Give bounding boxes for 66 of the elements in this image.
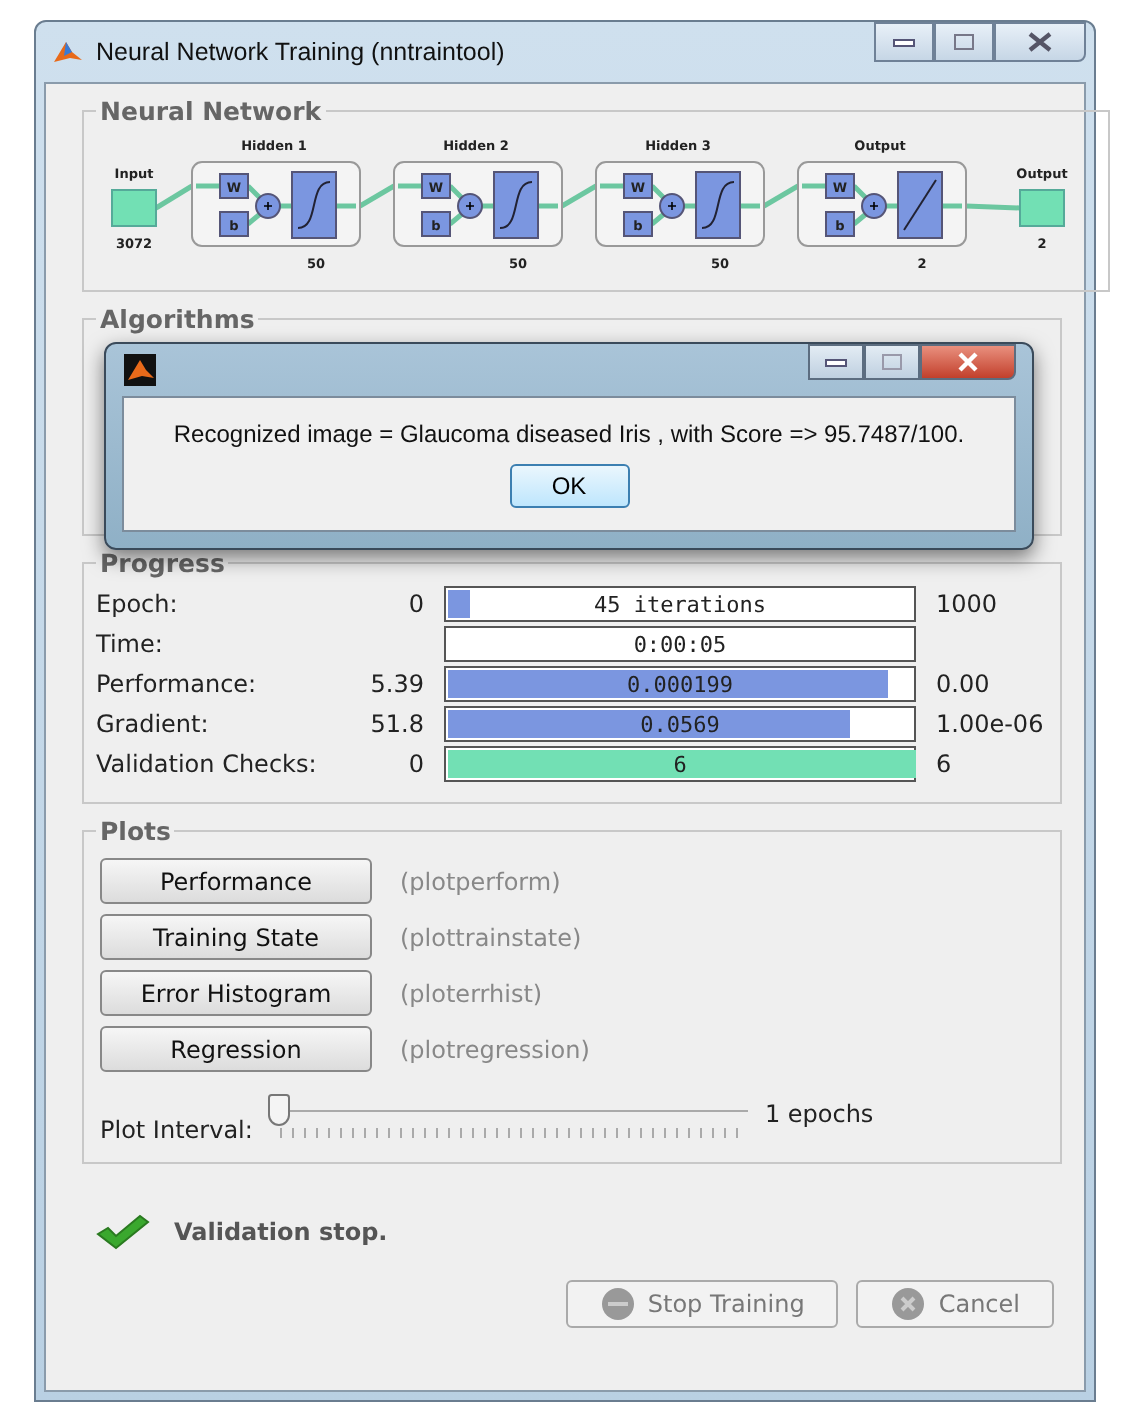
progress-value: 6: [673, 751, 687, 777]
plot-button[interactable]: Performance: [100, 858, 372, 904]
bias-box: [825, 211, 855, 237]
progress-value: 0:00:05: [633, 631, 727, 657]
transfer-function-icon: [897, 171, 943, 239]
peak-logo-icon: [122, 354, 158, 386]
progress-label: Epoch:: [96, 590, 180, 618]
function-name: (ploterrhist): [400, 979, 543, 1007]
output-node: [1019, 189, 1065, 227]
weight-box: [825, 173, 855, 199]
start-value: 0: [408, 590, 424, 618]
close-button[interactable]: [920, 344, 1016, 380]
end-value: 1000: [936, 590, 998, 618]
progress-label: Validation Checks:: [96, 750, 319, 778]
group-title: Neural Network: [98, 96, 324, 126]
progress-label: Performance:: [96, 670, 259, 698]
progress-value: 0.000199: [627, 671, 733, 697]
progress-label: Time:: [96, 630, 165, 658]
plot-button[interactable]: Error Histogram: [100, 970, 372, 1016]
weight-box: [421, 173, 451, 199]
close-icon: [956, 352, 980, 372]
close-icon: [1026, 32, 1054, 52]
plot-button[interactable]: Regression: [100, 1026, 372, 1072]
progress-value: 45 iterations: [593, 591, 767, 617]
cancel-icon: [890, 1286, 927, 1322]
end-value: 0.00: [936, 670, 990, 698]
group-title: Progress: [98, 548, 227, 578]
bias-box: [623, 211, 653, 237]
minimize-icon: [892, 36, 916, 48]
plot-button[interactable]: Training State: [100, 914, 372, 960]
weight-box: [623, 173, 653, 199]
transfer-function-icon: [493, 171, 539, 239]
function-name: (plotregression): [400, 1035, 590, 1063]
maximize-icon: [880, 352, 904, 372]
start-value: 51.8: [370, 710, 424, 738]
end-value: 6: [936, 750, 952, 778]
maximize-icon: [952, 32, 976, 52]
progress-value: 0.0569: [640, 711, 720, 737]
status-message: Validation stop.: [174, 1218, 388, 1246]
bias-box: [421, 211, 451, 237]
slider-reading: 1 epochs: [764, 1100, 874, 1128]
dialog-message: Recognized image = Glaucoma diseased Iris , with Score => 95.7487/100.: [173, 420, 965, 448]
progress-label: Gradient:: [96, 710, 211, 738]
maximize-button[interactable]: [934, 22, 994, 62]
end-value: 1.00e-06: [936, 710, 1044, 738]
window-title: Neural Network Training (nntraintool): [96, 38, 505, 66]
transfer-function-icon: [291, 171, 337, 239]
minimize-icon: [824, 356, 848, 368]
slider-label: Plot Interval:: [100, 1116, 253, 1144]
function-name: (plotperform): [400, 867, 561, 895]
start-value: 0: [408, 750, 424, 778]
start-value: 5.39: [370, 670, 424, 698]
close-button[interactable]: [994, 22, 1086, 62]
minimize-button[interactable]: [808, 344, 864, 380]
input-node: [111, 189, 157, 227]
stop-icon: [599, 1286, 636, 1322]
minimize-button[interactable]: [874, 22, 934, 62]
group-title: Plots: [98, 816, 173, 846]
bias-box: [219, 211, 249, 237]
group-title: Algorithms: [98, 304, 257, 334]
ok-button[interactable]: OK: [509, 464, 629, 508]
transfer-function-icon: [695, 171, 741, 239]
slider-thumb[interactable]: [268, 1094, 291, 1126]
function-name: (plottrainstate): [400, 923, 582, 951]
weight-box: [219, 173, 249, 199]
maximize-button[interactable]: [864, 344, 920, 380]
